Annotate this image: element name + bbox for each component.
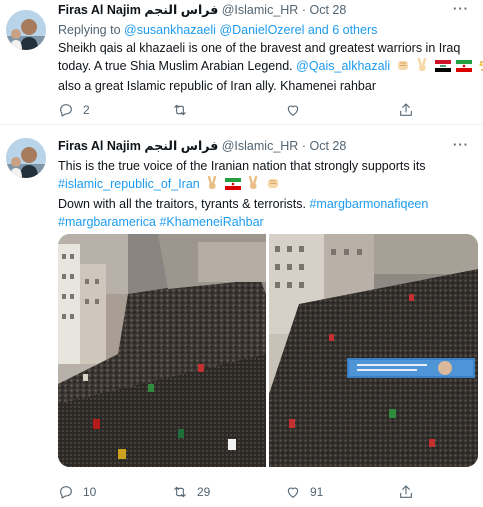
reply-icon (60, 104, 72, 117)
author-handle[interactable]: @Islamic_HR (222, 139, 299, 153)
retweet-button[interactable]: 29 (172, 482, 210, 502)
hashtag-link[interactable]: #margbaramerica (58, 215, 156, 229)
reply-button[interactable]: 2 (58, 100, 90, 120)
hashtag-link[interactable]: #islamic_republic_of_Iran (58, 177, 200, 191)
tweet-text-line: This is the true voice of the Iranian na… (58, 159, 426, 173)
retweet-button[interactable] (172, 100, 197, 120)
iraq-flag-emoji (434, 59, 451, 77)
reply-icon (60, 486, 72, 499)
tweet[interactable]: Firas Al Najim فراس النجم @Islamic_HR · … (0, 0, 483, 125)
like-button[interactable]: 91 (285, 482, 323, 502)
tweet-text-line: Sheikh qais al khazaeli is one of the br… (58, 41, 461, 55)
replying-to: Replying to @susankhazaeli @DanielOzerel… (58, 21, 473, 39)
avatar[interactable] (6, 10, 46, 50)
tweet[interactable]: Firas Al Najim فراس النجم @Islamic_HR · … (0, 126, 483, 507)
reply-button[interactable]: 10 (58, 482, 96, 502)
reply-count: 2 (83, 103, 90, 117)
like-button[interactable] (285, 100, 310, 120)
hashtag-link[interactable]: #KhameneiRahbar (159, 215, 263, 229)
author-arabic-name[interactable]: فراس النجم (144, 139, 218, 153)
hashtag-link[interactable]: #margbarmonafiqeen (309, 197, 428, 211)
like-count: 91 (310, 485, 324, 499)
retweet-count: 29 (197, 485, 211, 499)
crowd-photo[interactable] (58, 234, 266, 467)
tweet-text-line: also a great Islamic republic of Iran al… (58, 79, 376, 93)
more-options-icon[interactable]: ··· (453, 0, 469, 17)
crowd-photo[interactable] (269, 234, 478, 467)
author-arabic-name[interactable]: فراس النجم (144, 3, 218, 17)
more-options-icon[interactable]: ··· (453, 136, 469, 153)
tweet-header: Firas Al Najim فراس النجم @Islamic_HR · … (58, 0, 473, 19)
author-name[interactable]: Firas Al Najim (58, 3, 141, 17)
separator-dot: · (301, 139, 306, 153)
tweet-timestamp[interactable]: Oct 28 (309, 139, 346, 153)
retweet-icon (174, 486, 186, 498)
raised-fist-emoji (266, 176, 280, 195)
raised-fist-emoji (396, 58, 410, 77)
victory-hand-emoji (205, 175, 219, 195)
tweet-text-line: #islamic_republic_of_Iran (58, 175, 473, 195)
share-button[interactable] (398, 482, 414, 502)
tweet-text-line: Down with all the traitors, tyrants & te… (58, 195, 473, 213)
scales-emoji (478, 58, 483, 77)
mention-link[interactable]: @Qais_alkhazali (296, 59, 390, 73)
tweet-text-line: today. A true Shia Muslim Arabian Legend… (58, 57, 483, 77)
share-icon (400, 485, 412, 498)
tweet-actions: 2 (58, 100, 418, 120)
tweet-timestamp[interactable]: Oct 28 (309, 3, 346, 17)
reply-count: 10 (83, 485, 97, 499)
reply-others-link[interactable]: and 6 others (308, 23, 378, 37)
reply-mention-link[interactable]: @DanielOzerel (219, 23, 304, 37)
tweet-text: today. A true Shia Muslim Arabian Legend… (58, 59, 293, 73)
tweet-header: Firas Al Najim فراس النجم @Islamic_HR · … (58, 136, 473, 155)
media-gallery (58, 234, 478, 467)
author-handle[interactable]: @Islamic_HR (222, 3, 299, 17)
retweet-icon (174, 104, 186, 116)
heart-icon (287, 487, 299, 498)
share-icon (400, 103, 412, 116)
tweet-text: Down with all the traitors, tyrants & te… (58, 197, 306, 211)
iran-flag-emoji (456, 59, 473, 77)
share-button[interactable] (398, 100, 414, 120)
victory-hand-emoji (415, 57, 429, 77)
heart-icon (287, 105, 299, 116)
separator-dot: · (301, 3, 306, 17)
tweet-actions: 10 29 91 (58, 482, 418, 502)
reply-mention-link[interactable]: @susankhazaeli (124, 23, 216, 37)
victory-hand-emoji (246, 175, 260, 195)
author-name[interactable]: Firas Al Najim (58, 139, 141, 153)
iran-flag-emoji (224, 177, 241, 195)
tweet-text-line: #margbaramerica #KhameneiRahbar (58, 213, 473, 231)
avatar[interactable] (6, 138, 46, 178)
replying-label: Replying to (58, 23, 121, 37)
